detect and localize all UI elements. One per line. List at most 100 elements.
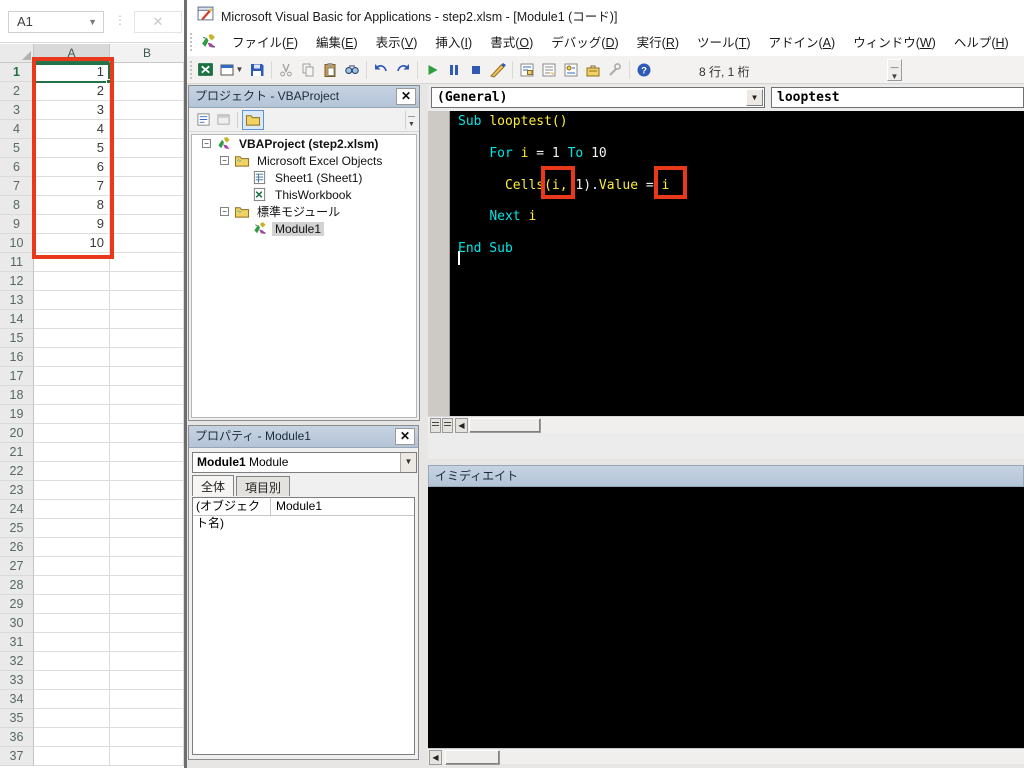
row-header[interactable]: 7 [0, 177, 34, 196]
cell-b16[interactable] [110, 348, 184, 367]
cell-b11[interactable] [110, 253, 184, 272]
cell-b18[interactable] [110, 386, 184, 405]
row-header[interactable]: 29 [0, 595, 34, 614]
cell-b20[interactable] [110, 424, 184, 443]
cell-b10[interactable] [110, 234, 184, 253]
project-toolbar-overflow[interactable]: —▼ [405, 111, 417, 129]
property-row[interactable]: (オブジェクト名) Module1 [193, 498, 414, 516]
menu-item-f[interactable]: ファイル(F) [223, 28, 307, 55]
tree-item-module1[interactable]: Module1 [192, 220, 416, 237]
menu-item-h[interactable]: ヘルプ(H) [945, 28, 1018, 55]
cell-b36[interactable] [110, 728, 184, 747]
cell-a34[interactable] [34, 690, 110, 709]
cell-b13[interactable] [110, 291, 184, 310]
cell-a29[interactable] [34, 595, 110, 614]
immediate-content[interactable] [428, 487, 1024, 748]
close-icon[interactable]: ✕ [396, 88, 416, 105]
cell-a15[interactable] [34, 329, 110, 348]
row-header[interactable]: 34 [0, 690, 34, 709]
row-header[interactable]: 5 [0, 139, 34, 158]
tree-item-標準モジュール[interactable]: −標準モジュール [192, 203, 416, 220]
cell-b29[interactable] [110, 595, 184, 614]
cell-b19[interactable] [110, 405, 184, 424]
cell-b1[interactable] [110, 63, 184, 82]
select-all-button[interactable] [0, 44, 34, 63]
properties-panel-titlebar[interactable]: プロパティ - Module1 ✕ [189, 426, 418, 448]
cell-b21[interactable] [110, 443, 184, 462]
row-header[interactable]: 14 [0, 310, 34, 329]
save-icon[interactable] [246, 59, 268, 81]
cell-a13[interactable] [34, 291, 110, 310]
toolbox-icon[interactable] [582, 59, 604, 81]
chevron-down-icon[interactable]: ▼ [88, 12, 97, 32]
tab-alphabetic[interactable]: 全体 [192, 475, 234, 496]
toggle-folders-icon[interactable] [242, 110, 264, 130]
cell-a36[interactable] [34, 728, 110, 747]
cell-a16[interactable] [34, 348, 110, 367]
view-excel-icon[interactable] [194, 59, 216, 81]
procedure-dropdown[interactable]: looptest [771, 87, 1024, 108]
reset-icon[interactable] [465, 59, 487, 81]
row-header[interactable]: 21 [0, 443, 34, 462]
cell-b30[interactable] [110, 614, 184, 633]
cell-a33[interactable] [34, 671, 110, 690]
row-header[interactable]: 2 [0, 82, 34, 101]
row-header[interactable]: 26 [0, 538, 34, 557]
cell-a25[interactable] [34, 519, 110, 538]
row-header[interactable]: 36 [0, 728, 34, 747]
row-header[interactable]: 6 [0, 158, 34, 177]
paste-icon[interactable] [319, 59, 341, 81]
code-editor[interactable]: Sub looptest() For i = 1 To 10 Cells(i, … [428, 111, 1024, 416]
cell-b7[interactable] [110, 177, 184, 196]
procedure-view-button[interactable] [430, 418, 441, 433]
scrollbar-thumb[interactable] [445, 750, 500, 765]
cell-a22[interactable] [34, 462, 110, 481]
name-box[interactable]: A1 ▼ [8, 11, 104, 33]
cell-a17[interactable] [34, 367, 110, 386]
collapse-icon[interactable]: − [220, 207, 229, 216]
project-explorer-icon[interactable] [516, 59, 538, 81]
row-header[interactable]: 15 [0, 329, 34, 348]
row-header[interactable]: 27 [0, 557, 34, 576]
cell-b25[interactable] [110, 519, 184, 538]
view-code-icon[interactable] [193, 111, 213, 129]
cell-b33[interactable] [110, 671, 184, 690]
row-header[interactable]: 4 [0, 120, 34, 139]
tree-item-thisworkbook[interactable]: ThisWorkbook [192, 186, 416, 203]
collapse-icon[interactable]: − [202, 139, 211, 148]
row-header[interactable]: 13 [0, 291, 34, 310]
row-header[interactable]: 25 [0, 519, 34, 538]
menu-item-a[interactable]: アドイン(A) [760, 28, 845, 55]
cell-b12[interactable] [110, 272, 184, 291]
row-header[interactable]: 11 [0, 253, 34, 272]
cell-a23[interactable] [34, 481, 110, 500]
cell-b2[interactable] [110, 82, 184, 101]
cell-a12[interactable] [34, 272, 110, 291]
cell-a20[interactable] [34, 424, 110, 443]
row-header[interactable]: 22 [0, 462, 34, 481]
immediate-titlebar[interactable]: イミディエイト [428, 465, 1024, 487]
cell-b5[interactable] [110, 139, 184, 158]
menu-item-t[interactable]: ツール(T) [688, 28, 759, 55]
row-header[interactable]: 17 [0, 367, 34, 386]
cut-icon[interactable] [275, 59, 297, 81]
redo-icon[interactable] [392, 59, 414, 81]
chevron-down-icon[interactable]: ▼ [746, 89, 763, 106]
tree-item-sheet1[interactable]: Sheet1 (Sheet1) [192, 169, 416, 186]
cell-b27[interactable] [110, 557, 184, 576]
break-icon[interactable] [443, 59, 465, 81]
collapse-icon[interactable]: − [220, 156, 229, 165]
row-header[interactable]: 8 [0, 196, 34, 215]
row-header[interactable]: 20 [0, 424, 34, 443]
row-header[interactable]: 3 [0, 101, 34, 120]
object-selector[interactable]: Module1 Module ▼ [192, 452, 417, 473]
tree-item-vbaproject[interactable]: −VBAProject (step2.xlsm) [192, 135, 416, 152]
cell-a19[interactable] [34, 405, 110, 424]
menu-item-w[interactable]: ウィンドウ(W) [844, 28, 945, 55]
menu-item-r[interactable]: 実行(R) [628, 28, 688, 55]
row-header[interactable]: 37 [0, 747, 34, 766]
cell-b35[interactable] [110, 709, 184, 728]
row-header[interactable]: 16 [0, 348, 34, 367]
module-window-icon[interactable] [200, 33, 217, 50]
column-header-b[interactable]: B [110, 44, 184, 63]
